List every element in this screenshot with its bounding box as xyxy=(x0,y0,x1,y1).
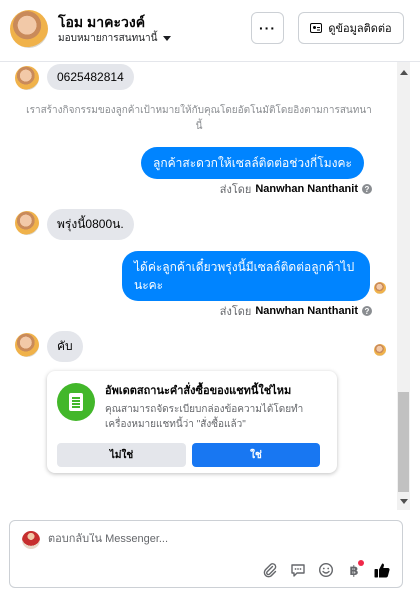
ellipsis-icon: ··· xyxy=(259,20,276,36)
sender-name: Nanwhan Nanthanit xyxy=(255,183,358,195)
baht-icon[interactable]: ฿ xyxy=(344,560,364,580)
help-icon[interactable]: ? xyxy=(362,184,372,194)
message-composer: ฿ xyxy=(9,520,403,588)
view-contact-info-button[interactable]: ดูข้อมูลติดต่อ xyxy=(298,12,404,44)
paperclip-icon[interactable] xyxy=(260,560,280,580)
seen-receipt-avatar xyxy=(374,344,386,356)
incoming-message: พรุ่งนี้0800น. xyxy=(47,209,134,240)
chat-bubble-icon[interactable] xyxy=(288,560,308,580)
sent-by-prefix: ส่งโดย xyxy=(219,184,252,196)
system-note: เราสร้างกิจกรรมของลูกค้าเป้าหมายให้กับคุ… xyxy=(26,105,372,132)
outgoing-message: ลูกค้าสะดวกให้เซลล์ติดต่อช่วงกี่โมงคะ xyxy=(141,147,364,179)
seen-receipt-avatar xyxy=(374,282,386,294)
sender-name: Nanwhan Nanthanit xyxy=(255,305,358,317)
assign-label: มอบหมายการสนทนานี้ xyxy=(58,33,158,44)
sender-avatar xyxy=(15,333,39,357)
assign-conversation-dropdown[interactable]: มอบหมายการสนทนานี้ xyxy=(58,31,172,46)
prompt-title: อัพเดตสถานะคำสั่งซื้อของแชทนี้ใช่ไหม xyxy=(105,385,292,397)
sent-by-line: ส่งโดย Nanwhan Nanthanit ? xyxy=(220,302,372,320)
sender-avatar xyxy=(15,211,39,235)
message-scrollbar-thumb[interactable] xyxy=(398,392,409,492)
conversation-header: โอม มาคะวงค์ มอบหมายการสนทนานี้ ··· ดูข้… xyxy=(0,0,420,62)
emoji-icon[interactable] xyxy=(316,560,336,580)
contact-card-icon xyxy=(310,23,323,33)
scroll-up-arrow-icon[interactable] xyxy=(397,66,410,78)
no-button[interactable]: ไม่ใช่ xyxy=(57,443,186,467)
page-avatar xyxy=(22,531,40,549)
thumbs-up-icon[interactable] xyxy=(372,560,392,580)
prompt-body: คุณสามารถจัดระเบียบกล่องข้อความได้โดยทำเ… xyxy=(105,404,304,430)
incoming-message: คับ xyxy=(47,331,83,362)
order-document-icon xyxy=(57,383,95,421)
outgoing-message: ได้ค่ะลูกค้าเดี๋ยวพรุ่งนี้มีเซลล์ติดต่อล… xyxy=(122,251,370,301)
notification-dot xyxy=(358,560,364,566)
order-status-prompt: อัพเดตสถานะคำสั่งซื้อของแชทนี้ใช่ไหม คุณ… xyxy=(47,371,337,473)
yes-button[interactable]: ใช่ xyxy=(192,443,320,467)
reply-input[interactable] xyxy=(48,533,348,545)
caret-down-icon xyxy=(163,36,172,41)
incoming-message: 0625482814 xyxy=(47,64,134,90)
more-options-button[interactable]: ··· xyxy=(251,12,284,44)
sender-avatar xyxy=(15,66,39,90)
sent-by-line: ส่งโดย Nanwhan Nanthanit ? xyxy=(220,180,372,198)
scroll-down-arrow-icon[interactable] xyxy=(397,495,410,507)
svg-text:฿: ฿ xyxy=(349,564,358,578)
help-icon[interactable]: ? xyxy=(362,306,372,316)
sent-by-prefix: ส่งโดย xyxy=(219,306,252,318)
view-contact-info-label: ดูข้อมูลติดต่อ xyxy=(328,23,392,35)
contact-avatar[interactable] xyxy=(10,10,48,48)
